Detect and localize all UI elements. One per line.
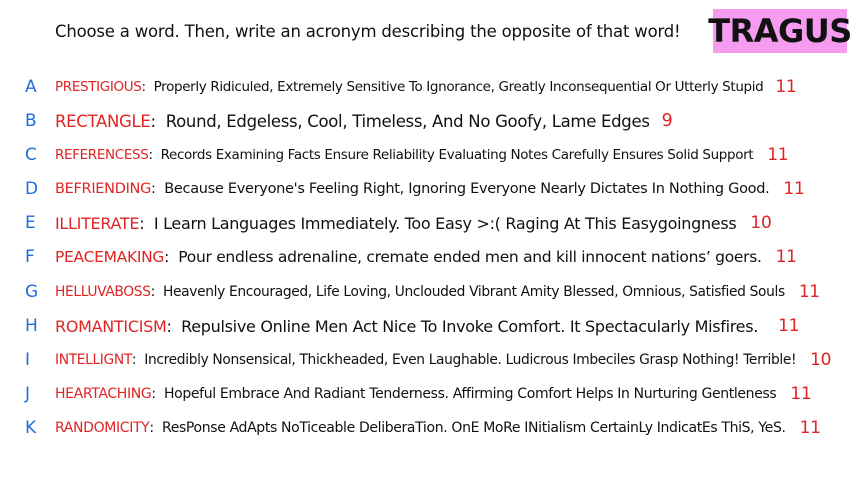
tragus-logo: TRAGUS bbox=[708, 9, 852, 53]
row-word: INTELLIGNT bbox=[55, 352, 132, 368]
row-word: PEACEMAKING bbox=[55, 248, 165, 266]
row-word: HELLUVABOSS bbox=[55, 284, 151, 300]
instructions-text: Choose a word. Then, write an acronym de… bbox=[55, 22, 681, 41]
row-letter: E bbox=[25, 213, 36, 233]
row-count: 11 bbox=[798, 282, 820, 302]
row-acronym: Properly Ridiculed, Extremely Sensitive … bbox=[153, 79, 764, 95]
row-count: 10 bbox=[810, 350, 832, 370]
row-letter: I bbox=[25, 350, 31, 370]
row-word: HEARTACHING bbox=[55, 386, 152, 402]
row-acronym: Incredibly Nonsensical, Thickheaded, Eve… bbox=[144, 352, 797, 368]
row-letter: A bbox=[25, 77, 37, 97]
row-letter: J bbox=[25, 384, 31, 404]
row-letter: K bbox=[25, 418, 37, 438]
row-acronym: ResPonse AdApts NoTiceable DeliberaTion.… bbox=[161, 420, 786, 436]
row-word: RANDOMICITY bbox=[55, 420, 150, 436]
row-acronym: I Learn Languages Immediately. Too Easy … bbox=[153, 213, 737, 233]
row-acronym: Round, Edgeless, Cool, Timeless, And No … bbox=[165, 111, 650, 131]
row-count: 11 bbox=[778, 316, 800, 336]
row-count: 11 bbox=[783, 179, 805, 199]
row-letter: G bbox=[25, 282, 39, 302]
row-acronym: Heavenly Encouraged, Life Loving, Unclou… bbox=[163, 284, 785, 300]
row-word: RECTANGLE bbox=[55, 111, 151, 131]
row-acronym: Hopeful Embrace And Radiant Tenderness. … bbox=[163, 386, 777, 402]
row-word: PRESTIGIOUS bbox=[55, 79, 142, 95]
row-word: REFERENCESS bbox=[55, 147, 149, 163]
row-letter: D bbox=[25, 179, 39, 199]
row-count: 11 bbox=[790, 384, 812, 404]
row-word: ROMANTICISM bbox=[55, 316, 167, 336]
row-acronym: Pour endless adrenaline, cremate ended m… bbox=[178, 248, 762, 266]
row-acronym: Because Everyone's Feeling Right, Ignori… bbox=[164, 181, 770, 197]
row-count: 11 bbox=[775, 77, 797, 97]
row-letter: B bbox=[25, 111, 37, 131]
row-count: 11 bbox=[775, 247, 797, 267]
row-count: 11 bbox=[767, 145, 789, 165]
row-acronym: Repulsive Online Men Act Nice To Invoke … bbox=[181, 316, 759, 336]
row-letter: H bbox=[25, 316, 38, 336]
row-word: BEFRIENDING bbox=[55, 181, 152, 197]
row-count: 11 bbox=[799, 418, 821, 438]
row-letter: F bbox=[25, 247, 35, 267]
row-count: 9 bbox=[661, 111, 673, 131]
row-letter: C bbox=[25, 145, 37, 165]
row-count: 10 bbox=[750, 213, 772, 233]
row-acronym: Records Examining Facts Ensure Reliabili… bbox=[160, 147, 754, 163]
row-word: ILLITERATE bbox=[55, 213, 140, 233]
